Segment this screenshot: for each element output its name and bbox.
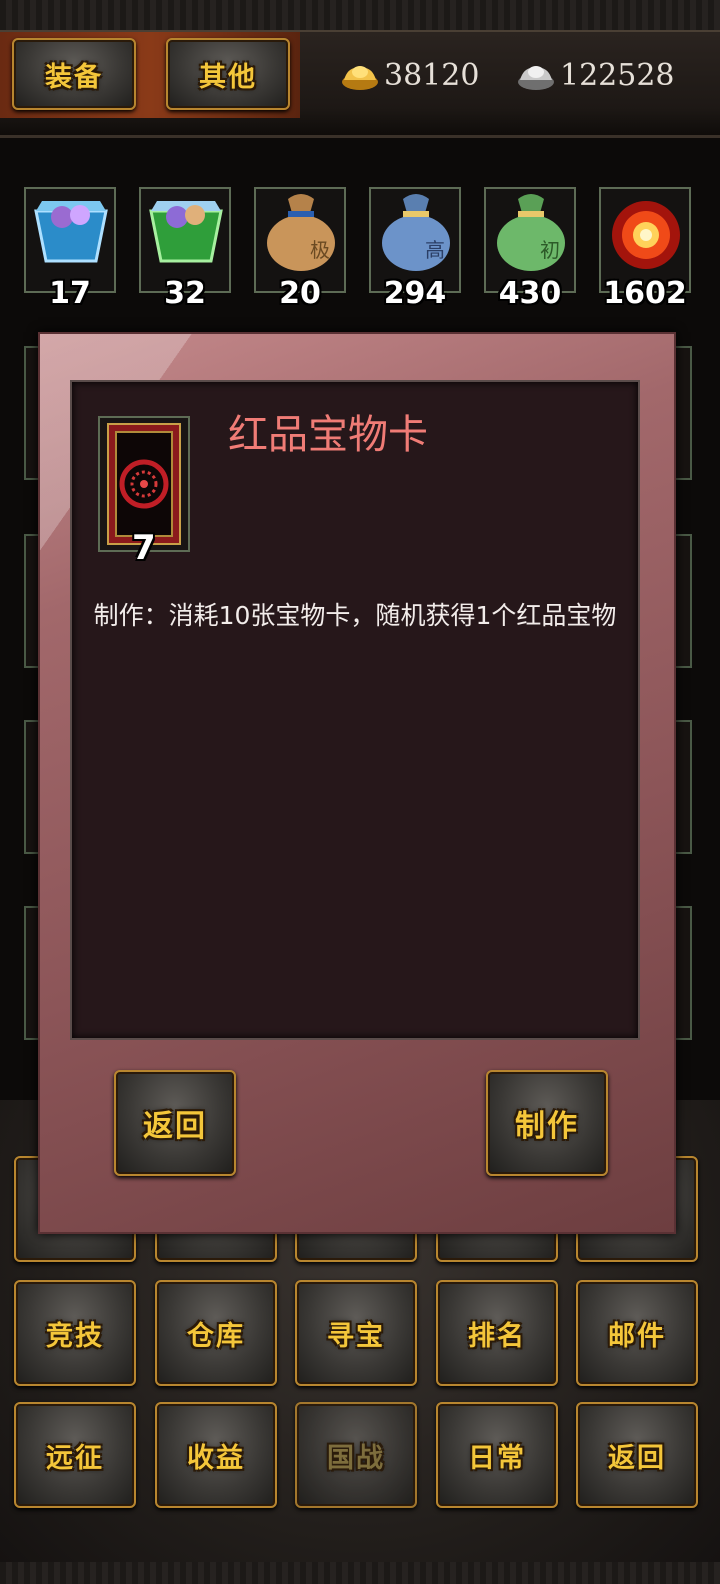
fire-orb-icon xyxy=(612,201,680,269)
menu-button-ranking[interactable]: 排名 xyxy=(436,1280,558,1386)
bag-glyph: 极 xyxy=(310,238,330,262)
menu-button-return[interactable]: 返回 xyxy=(576,1402,698,1508)
inventory-slot[interactable]: 1602 xyxy=(599,187,691,311)
gold-ingot-icon xyxy=(342,66,378,90)
item-count: 430 xyxy=(498,276,562,311)
blue-gem-box-icon xyxy=(34,201,108,263)
item-count: 17 xyxy=(49,276,91,311)
blue-bag-icon: 高 xyxy=(382,194,450,271)
item-detail-dialog: 7 红品宝物卡 制作：消耗10张宝物卡，随机获得1个红品宝物 返回 制作 xyxy=(38,332,676,1234)
item-count: 20 xyxy=(279,276,321,311)
menu-button-nation-war[interactable]: 国战 xyxy=(295,1402,417,1508)
card-count: 7 xyxy=(132,528,156,568)
menu-button-income[interactable]: 收益 xyxy=(155,1402,277,1508)
green-gem-box-icon xyxy=(149,201,223,263)
green-bag-icon: 初 xyxy=(497,194,565,271)
item-count: 1602 xyxy=(603,276,687,311)
bag-glyph: 初 xyxy=(540,238,560,262)
item-count: 32 xyxy=(164,276,206,311)
menu-button-expedition[interactable]: 远征 xyxy=(14,1402,136,1508)
dialog-description: 制作：消耗10张宝物卡，随机获得1个红品宝物 xyxy=(93,601,617,630)
tab-equipment[interactable]: 装备 xyxy=(12,38,136,110)
bag-glyph: 高 xyxy=(425,238,445,262)
tab-other[interactable]: 其他 xyxy=(166,38,290,110)
silver-display: 122528 xyxy=(516,52,675,98)
silver-ingot-icon xyxy=(518,66,554,90)
menu-button-warehouse[interactable]: 仓库 xyxy=(155,1280,277,1386)
top-bar: 装备 其他 38120 122528 xyxy=(0,0,720,138)
menu-button-treasure-hunt[interactable]: 寻宝 xyxy=(295,1280,417,1386)
menu-button-daily[interactable]: 日常 xyxy=(436,1402,558,1508)
inventory-slot[interactable]: 32 xyxy=(139,187,231,311)
tan-bag-icon: 极 xyxy=(267,194,335,271)
inventory-slot[interactable]: 初 430 xyxy=(484,187,576,311)
dialog-title: 红品宝物卡 xyxy=(228,412,428,458)
inventory-slot[interactable]: 高 294 xyxy=(369,187,461,311)
gold-amount: 38120 xyxy=(384,57,480,93)
back-button[interactable]: 返回 xyxy=(114,1070,236,1176)
silver-amount: 122528 xyxy=(560,57,675,93)
menu-button-arena[interactable]: 竞技 xyxy=(14,1280,136,1386)
inventory-slot[interactable]: 极 20 xyxy=(254,187,346,311)
menu-button-mail[interactable]: 邮件 xyxy=(576,1280,698,1386)
dialog-content-panel: 7 红品宝物卡 制作：消耗10张宝物卡，随机获得1个红品宝物 xyxy=(70,380,640,1040)
make-button[interactable]: 制作 xyxy=(486,1070,608,1176)
gold-display: 38120 xyxy=(340,52,479,98)
item-count: 294 xyxy=(383,276,447,311)
inventory-slot[interactable]: 17 xyxy=(24,187,116,311)
